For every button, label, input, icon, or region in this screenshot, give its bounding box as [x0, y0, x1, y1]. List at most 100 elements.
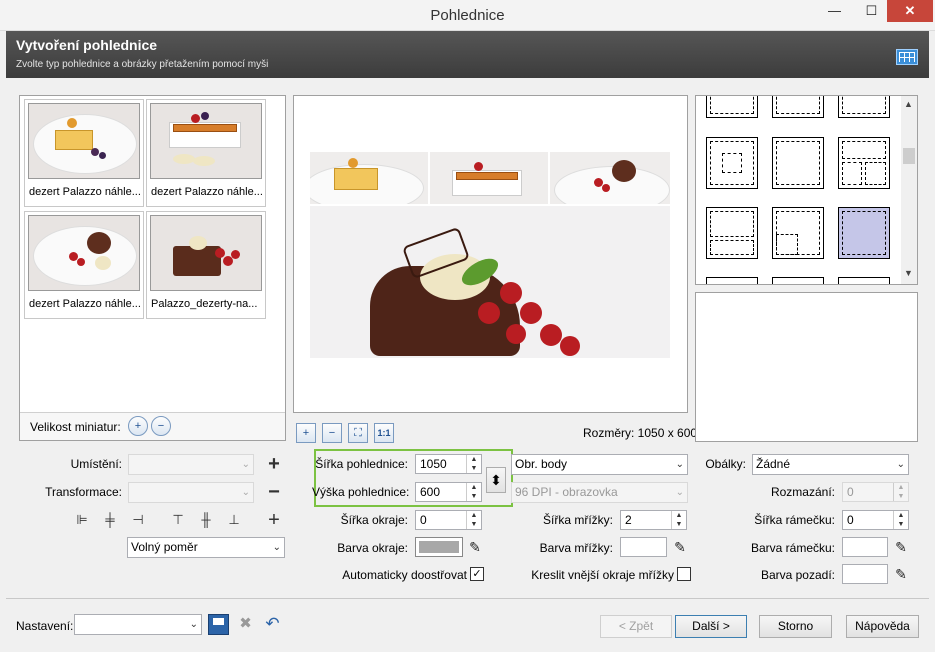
spinner-icon: ▲ ▼: [466, 483, 481, 501]
undo-icon[interactable]: ↶: [262, 614, 283, 635]
align-left-icon[interactable]: ⊫: [72, 510, 92, 530]
thumbnail-item[interactable]: dezert Palazzo náhle...: [24, 211, 144, 319]
thumbnail-item[interactable]: dezert Palazzo náhle...: [24, 99, 144, 207]
thumbnail-item[interactable]: Palazzo_dezerty-na...: [146, 211, 266, 319]
thumbnail-label: dezert Palazzo náhle...: [29, 186, 141, 198]
preview-cell-3[interactable]: [550, 152, 670, 204]
postcard-width-input[interactable]: 1050 ▲ ▼: [415, 454, 482, 474]
fit-to-window-icon[interactable]: ⛶: [348, 423, 368, 443]
preview-cell-2[interactable]: [430, 152, 548, 204]
template-item[interactable]: [838, 96, 890, 118]
thumbnail-size-label: Velikost miniatur:: [30, 420, 121, 434]
plus-icon[interactable]: +: [264, 510, 284, 530]
spinner-icon: ▲ ▼: [893, 483, 908, 501]
postcard-height-label: Výška pohlednice:: [312, 485, 410, 499]
preview-panel: [293, 95, 688, 413]
template-item[interactable]: [706, 96, 758, 118]
dimensions-text: Rozměry: 1050 x 600: [583, 426, 698, 440]
maximize-button[interactable]: ☐: [855, 0, 888, 22]
scroll-down-icon[interactable]: ▼: [904, 268, 913, 278]
frame-width-input[interactable]: 0 ▲ ▼: [842, 510, 909, 530]
add-button[interactable]: +: [264, 454, 284, 474]
preview-zoom-out-icon[interactable]: −: [322, 423, 342, 443]
align-top-icon[interactable]: ⊤: [168, 510, 188, 530]
template-item[interactable]: [706, 137, 758, 189]
remove-button[interactable]: −: [264, 482, 284, 502]
spinner-icon: ▲ ▼: [893, 511, 908, 529]
next-button[interactable]: Další >: [675, 615, 747, 638]
preview-cell-main[interactable]: [310, 206, 670, 358]
postcard-preview[interactable]: [310, 152, 670, 358]
settings-label: Nastavení:: [16, 619, 74, 633]
blur-label: Rozmazání:: [770, 485, 835, 499]
border-width-label: Šířka okraje:: [340, 513, 408, 527]
ratio-select[interactable]: Volný poměr ⌄: [127, 537, 285, 558]
zoom-in-icon[interactable]: +: [128, 416, 148, 436]
settings-select[interactable]: ⌄: [74, 614, 202, 635]
cancel-button[interactable]: Storno: [759, 615, 832, 638]
eyedropper-icon[interactable]: ✎: [891, 564, 911, 584]
template-item[interactable]: [706, 277, 758, 284]
template-item[interactable]: [772, 137, 824, 189]
transform-select[interactable]: ⌄: [128, 482, 254, 503]
swap-dimensions-icon[interactable]: ⬍: [486, 467, 506, 493]
scroll-up-icon[interactable]: ▲: [904, 99, 913, 109]
envelope-select[interactable]: Žádné ⌄: [752, 454, 909, 475]
zoom-out-icon[interactable]: −: [151, 416, 171, 436]
border-color-swatch[interactable]: [415, 537, 463, 557]
help-button[interactable]: Nápověda: [846, 615, 919, 638]
template-scrollbar[interactable]: ▲ ▼: [901, 96, 917, 284]
border-width-input[interactable]: 0 ▲ ▼: [415, 510, 482, 530]
eyedropper-icon[interactable]: ✎: [465, 537, 485, 557]
blur-input[interactable]: 0 ▲ ▼: [842, 482, 909, 502]
postcard-height-input[interactable]: 600 ▲ ▼: [415, 482, 482, 502]
placement-select[interactable]: ⌄: [128, 454, 254, 475]
template-item-selected[interactable]: [838, 207, 890, 259]
outer-edges-checkbox[interactable]: [677, 567, 691, 581]
template-item[interactable]: [772, 96, 824, 118]
minimize-button[interactable]: —: [818, 0, 851, 22]
layout-grid-icon: [896, 49, 918, 65]
background-color-swatch[interactable]: [842, 564, 888, 584]
chevron-down-icon: ⌄: [189, 619, 198, 630]
template-item[interactable]: [772, 277, 824, 284]
frame-width-label: Šířka rámečku:: [754, 513, 835, 527]
chevron-down-icon: ⌄: [896, 459, 905, 470]
align-center-h-icon[interactable]: ╪: [100, 510, 120, 530]
grid-color-swatch[interactable]: [620, 537, 667, 557]
spinner-icon: ▲ ▼: [466, 511, 481, 529]
grid-width-input[interactable]: 2 ▲ ▼: [620, 510, 687, 530]
scroll-thumb[interactable]: [903, 148, 915, 164]
template-item[interactable]: [706, 207, 758, 259]
align-right-icon[interactable]: ⊣: [128, 510, 148, 530]
preview-zoom-in-icon[interactable]: +: [296, 423, 316, 443]
eyedropper-icon[interactable]: ✎: [891, 537, 911, 557]
thumbnail-image: [150, 103, 262, 179]
autofit-checkbox[interactable]: ✓: [470, 567, 484, 581]
postcard-width-label: Šířka pohlednice:: [315, 457, 408, 471]
frame-color-label: Barva rámečku:: [750, 541, 835, 555]
frame-color-swatch[interactable]: [842, 537, 888, 557]
template-item[interactable]: [838, 277, 890, 284]
envelope-label: Obálky:: [705, 457, 746, 471]
save-icon[interactable]: [208, 614, 229, 635]
eyedropper-icon[interactable]: ✎: [670, 537, 690, 557]
close-button[interactable]: ✕: [887, 0, 933, 22]
thumbnail-item[interactable]: dezert Palazzo náhle...: [146, 99, 266, 207]
delete-icon[interactable]: ✖: [235, 614, 256, 635]
outer-edges-label: Kreslit vnější okraje mřížky: [531, 568, 674, 582]
dpi-select[interactable]: 96 DPI - obrazovka ⌄: [511, 482, 688, 503]
template-item[interactable]: [838, 137, 890, 189]
template-item[interactable]: [772, 207, 824, 259]
template-list[interactable]: ▲ ▼: [695, 95, 918, 285]
back-button[interactable]: < Zpět: [600, 615, 672, 638]
unit-select[interactable]: Obr. body ⌄: [511, 454, 688, 475]
thumbnail-image: [150, 215, 262, 291]
align-center-v-icon[interactable]: ╫: [196, 510, 216, 530]
actual-size-icon[interactable]: 1:1: [374, 423, 394, 443]
align-bottom-icon[interactable]: ⊥: [224, 510, 244, 530]
wizard-header: Vytvoření pohlednice Zvolte typ pohledni…: [6, 31, 929, 78]
preview-cell-1[interactable]: [310, 152, 428, 204]
thumbnail-panel: dezert Palazzo náhle... dezert Palazzo n…: [19, 95, 286, 441]
chevron-down-icon: ⌄: [272, 542, 281, 553]
